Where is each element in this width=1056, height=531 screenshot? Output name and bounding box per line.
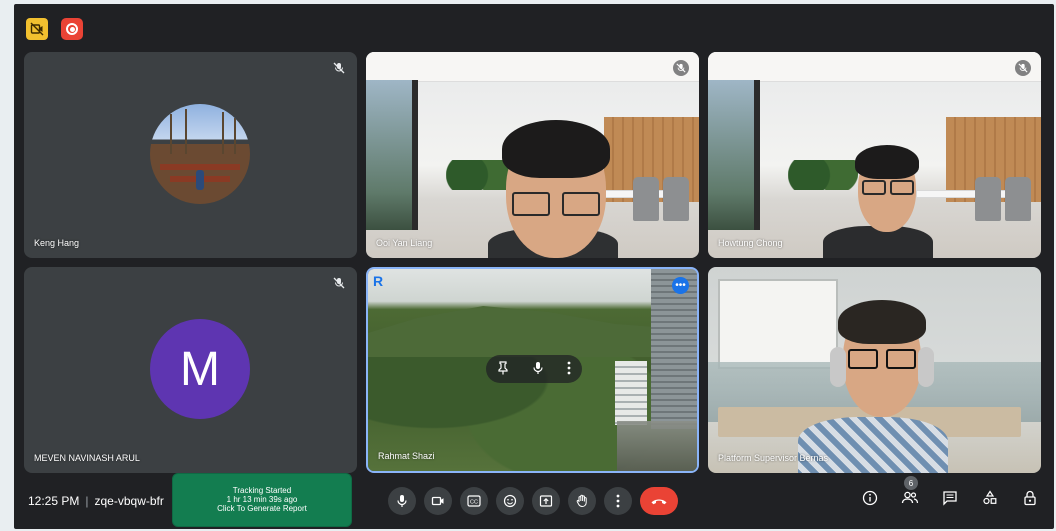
pin-icon[interactable] bbox=[497, 360, 509, 378]
muted-mic-icon bbox=[331, 60, 347, 76]
info-icon[interactable] bbox=[860, 488, 880, 508]
participant-name: MEVEN NAVINASH ARUL bbox=[34, 453, 140, 463]
more-options-icon[interactable]: ••• bbox=[672, 277, 689, 294]
muted-mic-icon bbox=[331, 275, 347, 291]
participant-name: Platform Supervisor Bernas bbox=[718, 453, 829, 463]
tracking-elapsed: 1 hr 13 min 39s ago bbox=[226, 495, 298, 504]
chat-icon[interactable] bbox=[940, 488, 960, 508]
separator: | bbox=[85, 494, 89, 508]
tile-hover-controls bbox=[486, 355, 582, 383]
captions-icon[interactable]: CC bbox=[460, 487, 488, 515]
end-call-icon bbox=[651, 499, 667, 505]
activities-icon[interactable] bbox=[980, 488, 1000, 508]
participant-tile-keng-hang[interactable]: Keng Hang bbox=[24, 52, 357, 258]
mic-icon[interactable] bbox=[532, 361, 544, 378]
participant-tile-meven-navinash-arul[interactable]: M MEVEN NAVINASH ARUL bbox=[24, 267, 357, 473]
svg-text:CC: CC bbox=[470, 500, 478, 506]
host-controls-icon[interactable] bbox=[1020, 488, 1040, 508]
participant-tile-rahmat-shazi[interactable]: R ••• Rahmat Shazi bbox=[366, 267, 699, 473]
participant-count-badge: 6 bbox=[904, 476, 918, 490]
more-vert-icon[interactable] bbox=[604, 487, 632, 515]
participant-name: Howtung Chong bbox=[718, 238, 783, 248]
participant-tile-howtung-chong[interactable]: Howtung Chong bbox=[708, 52, 1041, 258]
muted-mic-icon bbox=[673, 60, 689, 76]
end-call-button[interactable] bbox=[640, 487, 678, 515]
avatar bbox=[150, 104, 250, 204]
meeting-time: 12:25 PM bbox=[28, 494, 80, 508]
meet-window: Keng Hang Ooi Yan Liang Howtung Chong M … bbox=[14, 4, 1054, 529]
generate-report-link: Click To Generate Report bbox=[217, 504, 307, 513]
tracking-status: Tracking Started bbox=[232, 486, 292, 495]
participant-name: Ooi Yan Liang bbox=[376, 238, 433, 248]
people-icon[interactable]: 6 bbox=[900, 476, 920, 508]
camera-off-icon[interactable] bbox=[26, 18, 48, 40]
present-icon[interactable] bbox=[532, 487, 560, 515]
participant-tile-ooi-yan-liang[interactable]: Ooi Yan Liang bbox=[366, 52, 699, 258]
side-panel-controls: 6 bbox=[860, 476, 1040, 508]
app-logo-icon: R bbox=[373, 273, 384, 289]
muted-mic-icon bbox=[1015, 60, 1031, 76]
participant-name: Keng Hang bbox=[34, 238, 80, 248]
participant-name: Rahmat Shazi bbox=[378, 451, 435, 461]
meeting-code[interactable]: zqe-vbqw-bfr bbox=[95, 494, 164, 508]
emoji-icon[interactable] bbox=[496, 487, 524, 515]
participant-tile-platform-supervisor-bernas[interactable]: Platform Supervisor Bernas bbox=[708, 267, 1041, 473]
more-vert-icon[interactable] bbox=[567, 361, 571, 378]
avatar: M bbox=[150, 319, 250, 419]
meeting-details: 12:25 PM | zqe-vbqw-bfr bbox=[28, 494, 164, 508]
raise-hand-icon[interactable] bbox=[568, 487, 596, 515]
mic-icon[interactable] bbox=[388, 487, 416, 515]
tracking-report-button[interactable]: Tracking Started 1 hr 13 min 39s ago Cli… bbox=[172, 473, 352, 527]
camera-icon[interactable] bbox=[424, 487, 452, 515]
call-controls: CC bbox=[388, 487, 678, 515]
recording-icon[interactable] bbox=[61, 18, 83, 40]
